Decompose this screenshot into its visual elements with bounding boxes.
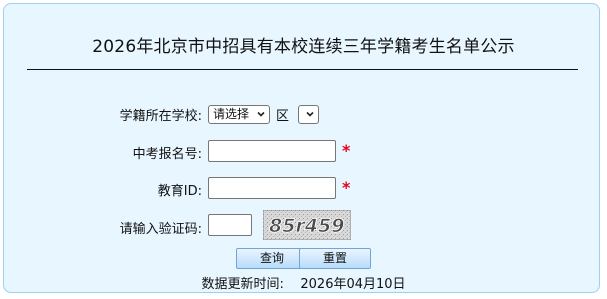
captcha-input[interactable]: [208, 214, 252, 236]
exam-id-input[interactable]: [208, 140, 336, 162]
chevron-down-icon: [257, 111, 265, 117]
captcha-text: 85r459: [269, 215, 344, 237]
school-label: 学籍所在学校:: [119, 109, 202, 124]
school-select[interactable]: 请选择: [208, 105, 270, 124]
school-select-value: 请选择: [213, 107, 250, 121]
captcha-image[interactable]: 85r459: [263, 210, 351, 240]
required-marker: *: [342, 178, 351, 197]
captcha-label: 请输入验证码:: [119, 222, 202, 237]
district-select[interactable]: [298, 105, 319, 124]
page-title: 2026年北京市中招具有本校连续三年学籍考生名单公示: [92, 37, 515, 57]
title-divider: [27, 69, 578, 70]
update-time: 数据更新时间: 2026年04月10日: [0, 273, 607, 292]
district-label: 区: [276, 109, 290, 124]
required-marker: *: [342, 141, 351, 160]
edu-id-label: 教育ID:: [157, 184, 202, 199]
reset-button[interactable]: 重置: [299, 248, 371, 269]
query-button[interactable]: 查询: [236, 248, 308, 269]
update-label: 数据更新时间:: [201, 277, 284, 292]
update-date: 2026年04月10日: [300, 277, 406, 292]
edu-id-input[interactable]: [208, 177, 336, 199]
exam-id-label: 中考报名号:: [132, 147, 202, 162]
chevron-down-icon: [306, 111, 314, 117]
